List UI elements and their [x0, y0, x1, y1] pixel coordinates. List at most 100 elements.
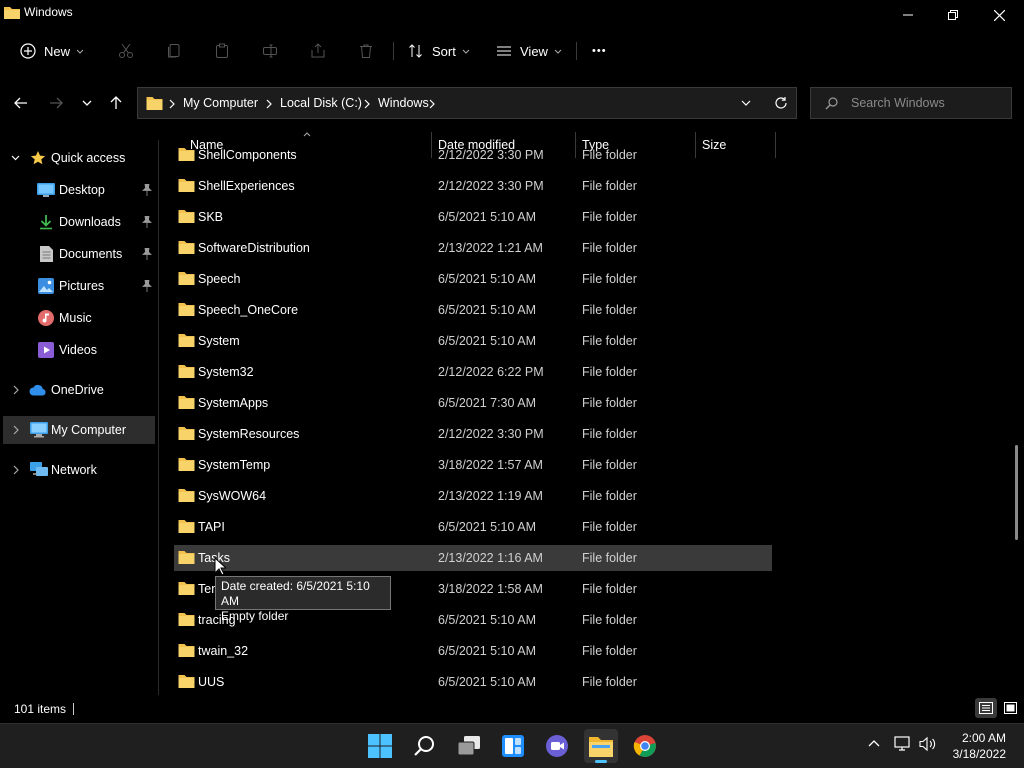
table-row[interactable]: UUS 6/5/2021 5:10 AM File folder [174, 669, 772, 695]
new-button[interactable]: New [20, 38, 84, 64]
chevron-down-icon [11, 155, 20, 161]
file-type: File folder [582, 675, 637, 689]
file-date-modified: 3/18/2022 1:57 AM [438, 458, 543, 472]
breadcrumb-local-disk[interactable]: Local Disk (C:) [280, 96, 362, 110]
delete-button[interactable] [358, 38, 374, 64]
widgets-button[interactable] [496, 729, 530, 763]
chat-button[interactable] [540, 729, 574, 763]
sidebar-item-network[interactable]: Network [3, 456, 155, 484]
sidebar-label: Downloads [59, 215, 121, 229]
pin-icon[interactable] [142, 216, 152, 228]
status-bar: 101 items [0, 695, 1024, 723]
folder-icon [178, 302, 195, 316]
vertical-scrollbar-thumb[interactable] [1015, 445, 1018, 540]
table-row[interactable]: SysWOW64 2/13/2022 1:19 AM File folder [174, 483, 772, 509]
table-row[interactable]: Speech_OneCore 6/5/2021 5:10 AM File fol… [174, 297, 772, 323]
see-more-button[interactable]: ••• [592, 38, 607, 64]
tooltip-line: Empty folder [221, 609, 289, 623]
file-type: File folder [582, 179, 637, 193]
back-button[interactable] [8, 90, 34, 116]
volume-icon[interactable] [919, 736, 937, 752]
table-row[interactable]: twain_32 6/5/2021 5:10 AM File folder [174, 638, 772, 664]
recent-locations-button[interactable] [74, 90, 100, 116]
view-button[interactable]: View [496, 38, 562, 64]
chat-video-icon [545, 734, 569, 758]
table-row[interactable]: SKB 6/5/2021 5:10 AM File folder [174, 204, 772, 230]
chevron-down-icon [82, 100, 92, 106]
start-button[interactable] [363, 729, 397, 763]
chrome-button[interactable] [628, 729, 662, 763]
details-view-button[interactable] [975, 698, 997, 718]
breadcrumb-my-computer[interactable]: My Computer [183, 96, 258, 110]
sidebar-item-videos[interactable]: Videos [3, 336, 155, 364]
computer-icon [30, 422, 48, 438]
sidebar-item-music[interactable]: Music [3, 304, 155, 332]
table-row[interactable]: SystemTemp 3/18/2022 1:57 AM File folder [174, 452, 772, 478]
folder-icon [4, 5, 20, 19]
sidebar-label: My Computer [51, 423, 127, 437]
sidebar-item-desktop[interactable]: Desktop [3, 176, 155, 204]
taskbar-search-button[interactable] [408, 729, 442, 763]
table-row[interactable]: Tasks 2/13/2022 1:16 AM File folder [174, 545, 772, 571]
chevron-right-icon [169, 99, 175, 109]
restore-button[interactable] [930, 0, 976, 30]
chevron-down-icon [462, 49, 470, 54]
sort-button[interactable]: Sort [408, 38, 470, 64]
chevron-right-icon [13, 425, 19, 435]
toolbar-divider [576, 42, 577, 60]
breadcrumb-windows[interactable]: Windows [378, 96, 429, 110]
table-row[interactable]: Speech 6/5/2021 5:10 AM File folder [174, 266, 772, 292]
sidebar-item-my-computer[interactable]: My Computer [3, 416, 155, 444]
rename-button[interactable] [262, 38, 278, 64]
command-bar: New Sort View ••• [0, 30, 1024, 72]
address-history-dropdown[interactable] [741, 100, 751, 106]
file-name: System32 [198, 365, 254, 379]
file-name: TAPI [198, 520, 225, 534]
table-row[interactable]: TAPI 6/5/2021 5:10 AM File folder [174, 514, 772, 540]
network-status-icon[interactable] [894, 736, 912, 752]
table-row[interactable]: System 6/5/2021 5:10 AM File folder [174, 328, 772, 354]
sidebar-item-pictures[interactable]: Pictures [3, 272, 155, 300]
file-explorer-taskbar-button[interactable] [584, 729, 618, 763]
table-row[interactable]: SoftwareDistribution 2/13/2022 1:21 AM F… [174, 235, 772, 261]
paste-button[interactable] [214, 38, 230, 64]
table-row[interactable]: SystemResources 2/12/2022 3:30 PM File f… [174, 421, 772, 447]
table-row[interactable]: System32 2/12/2022 6:22 PM File folder [174, 359, 772, 385]
system-clock[interactable]: 2:00 AM 3/18/2022 [953, 730, 1006, 762]
pin-icon[interactable] [142, 248, 152, 260]
cut-button[interactable] [118, 38, 134, 64]
table-row[interactable]: SystemApps 6/5/2021 7:30 AM File folder [174, 390, 772, 416]
sidebar-label: Videos [59, 343, 97, 357]
share-button[interactable] [310, 38, 326, 64]
network-icon [30, 462, 48, 478]
chevron-up-icon[interactable] [868, 739, 880, 747]
address-bar[interactable]: My Computer Local Disk (C:) Windows [137, 87, 797, 119]
minimize-button[interactable] [885, 0, 931, 30]
folder-icon [178, 612, 195, 626]
file-type: File folder [582, 582, 637, 596]
sidebar-item-onedrive[interactable]: OneDrive [3, 376, 155, 404]
windows-logo-icon [368, 734, 392, 758]
large-icons-view-button[interactable] [1000, 698, 1020, 718]
table-row[interactable]: ShellComponents 2/12/2022 3:30 PM File f… [174, 142, 772, 168]
table-row[interactable]: ShellExperiences 2/12/2022 3:30 PM File … [174, 173, 772, 199]
sidebar-item-downloads[interactable]: Downloads [3, 208, 155, 236]
pin-icon[interactable] [142, 184, 152, 196]
pin-icon[interactable] [142, 280, 152, 292]
close-button[interactable] [976, 0, 1022, 30]
search-box[interactable]: Search Windows [810, 87, 1012, 119]
file-date-modified: 6/5/2021 5:10 AM [438, 675, 536, 689]
copy-button[interactable] [166, 38, 182, 64]
forward-button[interactable] [43, 90, 69, 116]
file-type: File folder [582, 148, 637, 162]
star-icon [30, 150, 46, 166]
up-button[interactable] [103, 90, 129, 116]
title-bar: Windows [0, 0, 1024, 30]
sidebar-item-quick-access[interactable]: Quick access [3, 144, 155, 172]
file-name: SystemResources [198, 427, 300, 441]
file-type: File folder [582, 520, 637, 534]
task-view-button[interactable] [452, 729, 486, 763]
file-name: ShellExperiences [198, 179, 295, 193]
refresh-icon[interactable] [774, 96, 788, 110]
sidebar-item-documents[interactable]: Documents [3, 240, 155, 268]
